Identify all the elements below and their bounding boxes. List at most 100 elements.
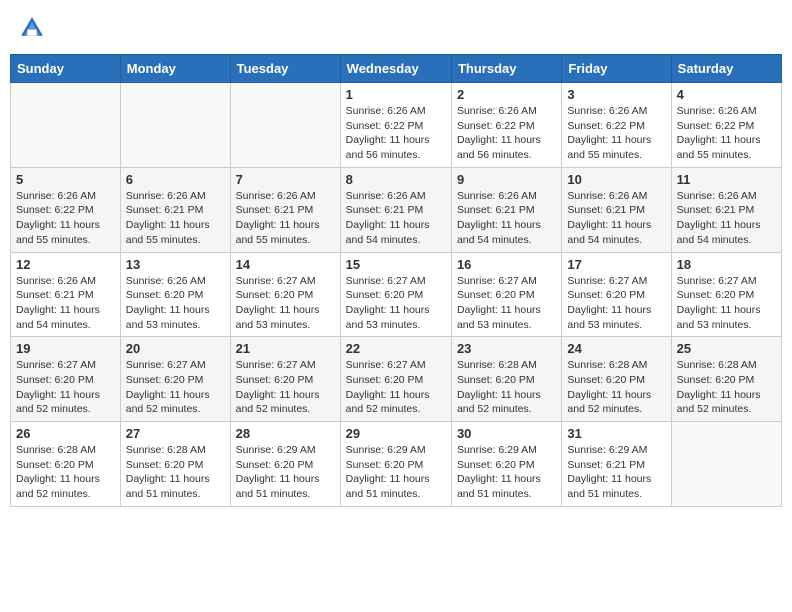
day-detail: Sunrise: 6:29 AMSunset: 6:20 PMDaylight:…: [457, 443, 556, 502]
day-detail: Sunrise: 6:26 AMSunset: 6:22 PMDaylight:…: [677, 104, 776, 163]
day-number: 31: [567, 426, 665, 441]
calendar-cell: 18 Sunrise: 6:27 AMSunset: 6:20 PMDayligh…: [671, 252, 781, 337]
day-number: 15: [346, 257, 446, 272]
day-number: 25: [677, 341, 776, 356]
day-number: 2: [457, 87, 556, 102]
day-detail: Sunrise: 6:28 AMSunset: 6:20 PMDaylight:…: [567, 358, 665, 417]
day-detail: Sunrise: 6:28 AMSunset: 6:20 PMDaylight:…: [16, 443, 115, 502]
day-number: 24: [567, 341, 665, 356]
calendar-cell: 3 Sunrise: 6:26 AMSunset: 6:22 PMDaylight…: [562, 83, 671, 168]
day-detail: Sunrise: 6:26 AMSunset: 6:21 PMDaylight:…: [677, 189, 776, 248]
calendar-cell: 29 Sunrise: 6:29 AMSunset: 6:20 PMDayligh…: [340, 422, 451, 507]
calendar-cell: 23 Sunrise: 6:28 AMSunset: 6:20 PMDayligh…: [451, 337, 561, 422]
calendar-cell: 20 Sunrise: 6:27 AMSunset: 6:20 PMDayligh…: [120, 337, 230, 422]
calendar-week-1: 1 Sunrise: 6:26 AMSunset: 6:22 PMDaylight…: [11, 83, 782, 168]
calendar-cell: 1Sunrise: 6:26 AMSunset: 6:22 PMDaylight…: [340, 83, 451, 168]
calendar-week-3: 12 Sunrise: 6:26 AMSunset: 6:21 PMDayligh…: [11, 252, 782, 337]
calendar-cell: 27 Sunrise: 6:28 AMSunset: 6:20 PMDayligh…: [120, 422, 230, 507]
day-number: 12: [16, 257, 115, 272]
calendar-cell: 21 Sunrise: 6:27 AMSunset: 6:20 PMDayligh…: [230, 337, 340, 422]
day-detail: Sunrise: 6:26 AMSunset: 6:21 PMDaylight:…: [346, 189, 446, 248]
day-detail: Sunrise: 6:26 AMSunset: 6:21 PMDaylight:…: [126, 189, 225, 248]
day-detail: Sunrise: 6:27 AMSunset: 6:20 PMDaylight:…: [126, 358, 225, 417]
day-number: 22: [346, 341, 446, 356]
day-header-monday: Monday: [120, 55, 230, 83]
day-detail: Sunrise: 6:26 AMSunset: 6:22 PMDaylight:…: [16, 189, 115, 248]
day-detail: Sunrise: 6:27 AMSunset: 6:20 PMDaylight:…: [457, 274, 556, 333]
calendar-cell: 28 Sunrise: 6:29 AMSunset: 6:20 PMDayligh…: [230, 422, 340, 507]
day-number: 23: [457, 341, 556, 356]
day-detail: Sunrise: 6:28 AMSunset: 6:20 PMDaylight:…: [457, 358, 556, 417]
day-detail: Sunrise: 6:27 AMSunset: 6:20 PMDaylight:…: [346, 274, 446, 333]
day-detail: Sunrise: 6:27 AMSunset: 6:20 PMDaylight:…: [236, 358, 335, 417]
day-number: 5: [16, 172, 115, 187]
day-number: 9: [457, 172, 556, 187]
calendar-week-5: 26Sunrise: 6:28 AMSunset: 6:20 PMDayligh…: [11, 422, 782, 507]
day-detail: Sunrise: 6:29 AMSunset: 6:20 PMDaylight:…: [236, 443, 335, 502]
day-detail: Sunrise: 6:29 AMSunset: 6:20 PMDaylight:…: [346, 443, 446, 502]
calendar-cell: [671, 422, 781, 507]
day-number: 6: [126, 172, 225, 187]
day-number: 21: [236, 341, 335, 356]
day-number: 1: [346, 87, 446, 102]
calendar-cell: 5 Sunrise: 6:26 AMSunset: 6:22 PMDaylight…: [11, 167, 121, 252]
calendar-cell: [230, 83, 340, 168]
calendar-cell: 11 Sunrise: 6:26 AMSunset: 6:21 PMDayligh…: [671, 167, 781, 252]
day-detail: Sunrise: 6:27 AMSunset: 6:20 PMDaylight:…: [346, 358, 446, 417]
day-detail: Sunrise: 6:26 AMSunset: 6:21 PMDaylight:…: [236, 189, 335, 248]
day-detail: Sunrise: 6:26 AMSunset: 6:21 PMDaylight:…: [16, 274, 115, 333]
day-number: 11: [677, 172, 776, 187]
calendar-cell: 17Sunrise: 6:27 AMSunset: 6:20 PMDayligh…: [562, 252, 671, 337]
day-number: 3: [567, 87, 665, 102]
day-number: 18: [677, 257, 776, 272]
calendar-cell: 15 Sunrise: 6:27 AMSunset: 6:20 PMDayligh…: [340, 252, 451, 337]
day-number: 29: [346, 426, 446, 441]
calendar-cell: [120, 83, 230, 168]
day-detail: Sunrise: 6:28 AMSunset: 6:20 PMDaylight:…: [126, 443, 225, 502]
days-header-row: SundayMondayTuesdayWednesdayThursdayFrid…: [11, 55, 782, 83]
day-detail: Sunrise: 6:27 AMSunset: 6:20 PMDaylight:…: [236, 274, 335, 333]
day-detail: Sunrise: 6:27 AMSunset: 6:20 PMDaylight:…: [16, 358, 115, 417]
calendar-cell: 19 Sunrise: 6:27 AMSunset: 6:20 PMDayligh…: [11, 337, 121, 422]
day-number: 8: [346, 172, 446, 187]
day-number: 28: [236, 426, 335, 441]
day-detail: Sunrise: 6:29 AMSunset: 6:21 PMDaylight:…: [567, 443, 665, 502]
calendar-cell: 14 Sunrise: 6:27 AMSunset: 6:20 PMDayligh…: [230, 252, 340, 337]
calendar-week-4: 19 Sunrise: 6:27 AMSunset: 6:20 PMDayligh…: [11, 337, 782, 422]
page-header: [10, 10, 782, 46]
day-detail: Sunrise: 6:27 AMSunset: 6:20 PMDaylight:…: [677, 274, 776, 333]
calendar-cell: 12 Sunrise: 6:26 AMSunset: 6:21 PMDayligh…: [11, 252, 121, 337]
calendar-week-2: 5 Sunrise: 6:26 AMSunset: 6:22 PMDaylight…: [11, 167, 782, 252]
day-detail: Sunrise: 6:26 AMSunset: 6:20 PMDaylight:…: [126, 274, 225, 333]
day-header-saturday: Saturday: [671, 55, 781, 83]
calendar-cell: 24 Sunrise: 6:28 AMSunset: 6:20 PMDayligh…: [562, 337, 671, 422]
day-number: 14: [236, 257, 335, 272]
day-detail: Sunrise: 6:26 AMSunset: 6:22 PMDaylight:…: [567, 104, 665, 163]
day-header-thursday: Thursday: [451, 55, 561, 83]
calendar-cell: 10 Sunrise: 6:26 AMSunset: 6:21 PMDayligh…: [562, 167, 671, 252]
day-detail: Sunrise: 6:26 AMSunset: 6:22 PMDaylight:…: [457, 104, 556, 163]
day-detail: Sunrise: 6:28 AMSunset: 6:20 PMDaylight:…: [677, 358, 776, 417]
calendar-cell: 31 Sunrise: 6:29 AMSunset: 6:21 PMDayligh…: [562, 422, 671, 507]
calendar-cell: 2 Sunrise: 6:26 AMSunset: 6:22 PMDaylight…: [451, 83, 561, 168]
calendar-cell: 9Sunrise: 6:26 AMSunset: 6:21 PMDaylight…: [451, 167, 561, 252]
day-number: 17: [567, 257, 665, 272]
calendar-cell: 4 Sunrise: 6:26 AMSunset: 6:22 PMDaylight…: [671, 83, 781, 168]
day-number: 4: [677, 87, 776, 102]
calendar-cell: 25 Sunrise: 6:28 AMSunset: 6:20 PMDayligh…: [671, 337, 781, 422]
day-number: 20: [126, 341, 225, 356]
calendar-cell: 16Sunrise: 6:27 AMSunset: 6:20 PMDayligh…: [451, 252, 561, 337]
day-header-tuesday: Tuesday: [230, 55, 340, 83]
day-header-sunday: Sunday: [11, 55, 121, 83]
day-number: 10: [567, 172, 665, 187]
day-number: 19: [16, 341, 115, 356]
day-header-wednesday: Wednesday: [340, 55, 451, 83]
calendar-cell: 26Sunrise: 6:28 AMSunset: 6:20 PMDayligh…: [11, 422, 121, 507]
calendar-table: SundayMondayTuesdayWednesdayThursdayFrid…: [10, 54, 782, 507]
calendar-cell: 30Sunrise: 6:29 AMSunset: 6:20 PMDayligh…: [451, 422, 561, 507]
day-number: 27: [126, 426, 225, 441]
logo: [18, 14, 48, 42]
calendar-cell: 6 Sunrise: 6:26 AMSunset: 6:21 PMDaylight…: [120, 167, 230, 252]
day-detail: Sunrise: 6:26 AMSunset: 6:21 PMDaylight:…: [567, 189, 665, 248]
calendar-cell: 8 Sunrise: 6:26 AMSunset: 6:21 PMDaylight…: [340, 167, 451, 252]
